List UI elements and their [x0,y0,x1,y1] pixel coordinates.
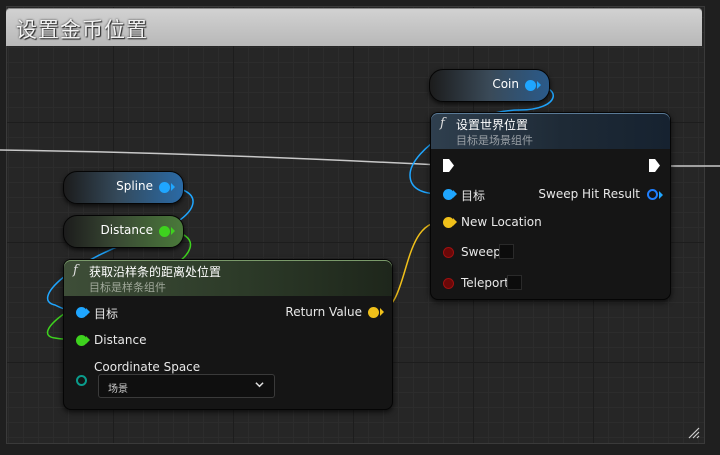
sweep-hit-result-pin[interactable] [647,189,658,200]
coin-output-pin[interactable] [525,80,536,91]
get-location-subtitle: 目标是样条组件 [89,281,166,294]
coordinate-space-input-pin[interactable] [76,375,87,386]
spline-label: Spline [116,179,153,193]
chevron-down-icon [255,382,264,388]
get-location-header[interactable]: f 获取沿样条的距离处位置 目标是样条组件 [64,260,392,296]
spline-target-pin-arrow [86,308,90,316]
sweep-label: Sweep [461,245,501,259]
exec-input-pin[interactable] [443,159,454,172]
teleport-label: Teleport [461,276,509,290]
set-world-location-header[interactable]: f 设置世界位置 目标是场景组件 [431,113,670,149]
coordinate-space-value: 场景 [108,384,128,395]
sweep-input-pin[interactable] [443,247,454,258]
target-pin-label: 目标 [461,189,486,203]
teleport-checkbox[interactable] [507,275,522,290]
distance-input-label: Distance [94,333,147,347]
set-world-location-title: 设置世界位置 [456,118,529,132]
distance-variable-node[interactable]: Distance [63,215,184,248]
new-location-label: New Location [461,215,542,229]
coin-pin-arrow [537,81,541,89]
set-world-location-node[interactable]: f 设置世界位置 目标是场景组件 目标 Sweep Hit Result New… [430,112,671,300]
coordinate-space-dropdown[interactable]: 场景 [98,374,275,398]
graph-window: 设置金币位置 Coin Spline Distance f 设置世界位置 目标是… [0,0,720,455]
coin-variable-node[interactable]: Coin [429,69,550,102]
return-value-pin-arrow [380,308,384,316]
return-value-output-pin[interactable] [368,307,379,318]
teleport-input-pin[interactable] [443,278,454,289]
target-pin-arrow [453,190,457,198]
spline-output-pin[interactable] [159,182,170,193]
function-icon: f [440,116,445,131]
spline-variable-node[interactable]: Spline [63,171,184,204]
resize-grip-icon[interactable] [688,427,700,439]
sweep-hit-result-label: Sweep Hit Result [538,187,640,201]
sweep-hit-arrow [659,191,663,199]
coordinate-space-label: Coordinate Space [94,360,201,374]
get-location-title: 获取沿样条的距离处位置 [89,265,222,279]
get-location-along-spline-node[interactable]: f 获取沿样条的距离处位置 目标是样条组件 目标 Return Value Di… [63,259,393,410]
return-value-label: Return Value [285,305,362,319]
distance-output-pin[interactable] [159,226,170,237]
exec-output-pin[interactable] [649,159,660,172]
new-location-pin-arrow [453,218,457,226]
spline-target-label: 目标 [94,307,119,321]
distance-input-pin-arrow [86,336,90,344]
spline-pin-arrow [171,183,175,191]
sweep-checkbox[interactable] [499,244,514,259]
graph-title: 设置金币位置 [16,18,148,42]
coin-label: Coin [492,77,519,91]
distance-pin-arrow [171,227,175,235]
function-icon: f [73,263,78,278]
title-bar: 设置金币位置 [6,8,702,46]
set-world-location-subtitle: 目标是场景组件 [456,134,533,147]
distance-label: Distance [100,223,153,237]
